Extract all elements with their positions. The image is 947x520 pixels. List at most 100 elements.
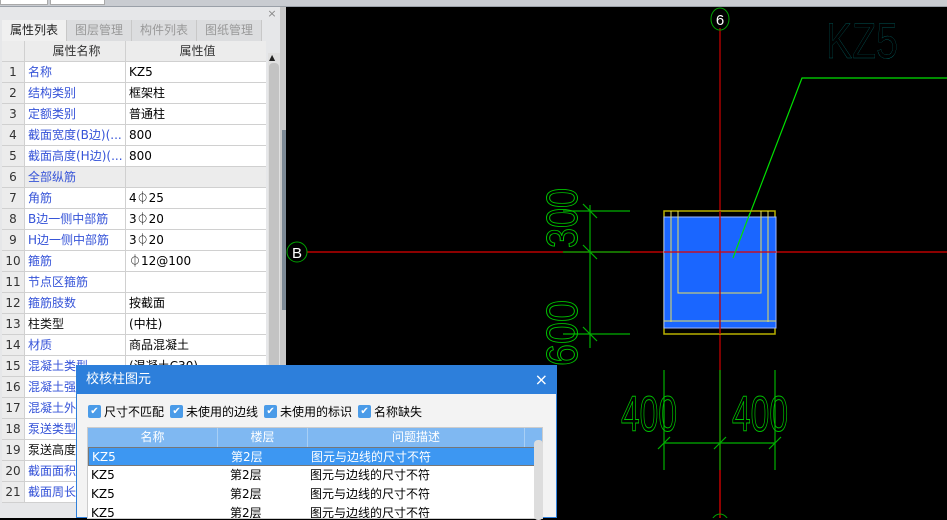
- property-value[interactable]: 3⏀20: [126, 209, 266, 229]
- property-value[interactable]: 800: [126, 125, 266, 145]
- row-number: 2: [2, 83, 25, 103]
- column-header-desc[interactable]: 问题描述: [308, 428, 525, 447]
- filter-checkbox[interactable]: ✔ 未使用的标识: [264, 403, 352, 420]
- row-number: 13: [2, 314, 25, 334]
- issue-row[interactable]: KZ5 第2层 图元与边线的尺寸不符: [88, 504, 542, 518]
- close-icon[interactable]: ×: [535, 366, 548, 394]
- property-value[interactable]: 商品混凝土: [126, 335, 266, 355]
- row-number: 15: [2, 356, 25, 376]
- property-name: B边一侧中部筋: [25, 209, 126, 229]
- property-value[interactable]: 3⏀20: [126, 230, 266, 250]
- issue-row[interactable]: KZ5 第2层 图元与边线的尺寸不符: [88, 466, 542, 485]
- property-row[interactable]: 11 节点区箍筋: [2, 272, 266, 293]
- property-value[interactable]: [126, 272, 266, 292]
- issue-row[interactable]: KZ5 第2层 图元与边线的尺寸不符: [88, 447, 542, 466]
- grid-header: 属性名称 属性值: [2, 41, 266, 62]
- row-number: 12: [2, 293, 25, 313]
- check-column-dialog: 校核柱图元 × ✔ 尺寸不匹配 ✔ 未使用的边线 ✔ 未使用的标识 ✔ 名称缺失 名称 楼层 …: [76, 365, 557, 520]
- row-number: 16: [2, 377, 25, 397]
- property-row[interactable]: 4 截面宽度(B边)(... 800: [2, 125, 266, 146]
- row-number: 19: [2, 440, 25, 460]
- row-number: 17: [2, 398, 25, 418]
- row-number: 6: [2, 167, 25, 187]
- property-row[interactable]: 8 B边一侧中部筋 3⏀20: [2, 209, 266, 230]
- header-value: 属性值: [126, 41, 266, 61]
- property-value[interactable]: (中柱): [126, 314, 266, 334]
- checkbox-label: 未使用的标识: [280, 405, 353, 419]
- property-value[interactable]: 800: [126, 146, 266, 166]
- property-row[interactable]: 1 名称 KZ5: [2, 62, 266, 83]
- toolbar-field[interactable]: [50, 0, 105, 5]
- issues-table: 名称 楼层 问题描述 KZ5 第2层 图元与边线的尺寸不符 KZ5 第2层 图元与边线的尺…: [87, 427, 543, 519]
- column-header-floor[interactable]: 楼层: [218, 428, 308, 447]
- row-number: 1: [2, 62, 25, 82]
- property-value[interactable]: [126, 167, 266, 187]
- property-row[interactable]: 12 箍筋肢数 按截面: [2, 293, 266, 314]
- property-row[interactable]: 7 角筋 4⏀25: [2, 188, 266, 209]
- property-value[interactable]: 框架柱: [126, 83, 266, 103]
- property-row[interactable]: 5 截面高度(H边)(... 800: [2, 146, 266, 167]
- checkbox-label: 未使用的边线: [186, 405, 259, 419]
- checkbox-checked-icon[interactable]: ✔: [88, 405, 101, 418]
- filter-checkbox[interactable]: ✔ 名称缺失: [358, 403, 422, 420]
- property-value[interactable]: KZ5: [126, 62, 266, 82]
- dim-text-600: 600: [538, 300, 587, 366]
- scroll-up-icon[interactable]: ▲: [269, 53, 275, 62]
- property-row[interactable]: 6 全部纵筋: [2, 167, 266, 188]
- row-number: 9: [2, 230, 25, 250]
- dialog-scrollbar[interactable]: [534, 440, 543, 520]
- row-number: 11: [2, 272, 25, 292]
- property-value[interactable]: 普通柱: [126, 104, 266, 124]
- property-value[interactable]: 按截面: [126, 293, 266, 313]
- close-icon[interactable]: ×: [265, 8, 279, 20]
- issue-desc: 图元与边线的尺寸不符: [311, 450, 432, 464]
- issue-row[interactable]: KZ5 第2层 图元与边线的尺寸不符: [88, 485, 542, 504]
- property-name: 名称: [25, 62, 126, 82]
- checkbox-checked-icon[interactable]: ✔: [170, 405, 184, 418]
- dim-text-400-left: 400: [621, 386, 677, 442]
- property-name: 箍筋: [25, 251, 126, 271]
- row-number: 21: [2, 482, 25, 502]
- axis-label-b: B: [292, 245, 302, 262]
- column-header-name[interactable]: 名称: [88, 428, 218, 447]
- issues-table-header: 名称 楼层 问题描述: [88, 428, 542, 447]
- checkbox-checked-icon[interactable]: ✔: [358, 405, 372, 418]
- tab-drawings[interactable]: 图纸管理: [197, 20, 263, 41]
- property-row[interactable]: 2 结构类别 框架柱: [2, 83, 266, 104]
- property-row[interactable]: 10 箍筋 ⏀12@100: [2, 251, 266, 272]
- row-number: 7: [2, 188, 25, 208]
- property-name: 截面宽度(B边)(...: [25, 125, 126, 145]
- tab-properties[interactable]: 属性列表: [2, 20, 68, 41]
- property-row[interactable]: 9 H边一侧中部筋 3⏀20: [2, 230, 266, 251]
- property-value[interactable]: ⏀12@100: [126, 251, 266, 271]
- property-name: 节点区箍筋: [25, 272, 126, 292]
- axis-label-6: 6: [716, 12, 724, 29]
- row-number: 5: [2, 146, 25, 166]
- issue-name: KZ5: [91, 468, 115, 482]
- property-name: 结构类别: [25, 83, 126, 103]
- property-name: 截面高度(H边)(...: [25, 146, 126, 166]
- column-kz5[interactable]: [663, 210, 777, 335]
- row-number: 8: [2, 209, 25, 229]
- dialog-title: 校核柱图元: [86, 372, 152, 387]
- column-label[interactable]: KZ5: [826, 13, 898, 69]
- dialog-titlebar[interactable]: 校核柱图元 ×: [77, 366, 556, 394]
- row-number: 18: [2, 419, 25, 439]
- row-number: 14: [2, 335, 25, 355]
- dim-text-300: 300: [538, 188, 587, 248]
- property-row[interactable]: 14 材质 商品混凝土: [2, 335, 266, 356]
- tab-components[interactable]: 构件列表: [132, 20, 198, 41]
- property-name: 箍筋肢数: [25, 293, 126, 313]
- property-value[interactable]: 4⏀25: [126, 188, 266, 208]
- toolbar-field[interactable]: [0, 0, 48, 5]
- checkbox-checked-icon[interactable]: ✔: [264, 405, 278, 418]
- filter-checkbox[interactable]: ✔ 尺寸不匹配: [88, 403, 164, 420]
- property-name: 定额类别: [25, 104, 126, 124]
- property-row[interactable]: 3 定额类别 普通柱: [2, 104, 266, 125]
- filter-checkbox[interactable]: ✔ 未使用的边线: [170, 403, 258, 420]
- dim-text-400-right: 400: [732, 386, 788, 442]
- property-row[interactable]: 13 柱类型 (中柱): [2, 314, 266, 335]
- issue-floor: 第2层: [230, 487, 262, 501]
- tab-layers[interactable]: 图层管理: [67, 20, 133, 41]
- property-name: 全部纵筋: [25, 167, 126, 187]
